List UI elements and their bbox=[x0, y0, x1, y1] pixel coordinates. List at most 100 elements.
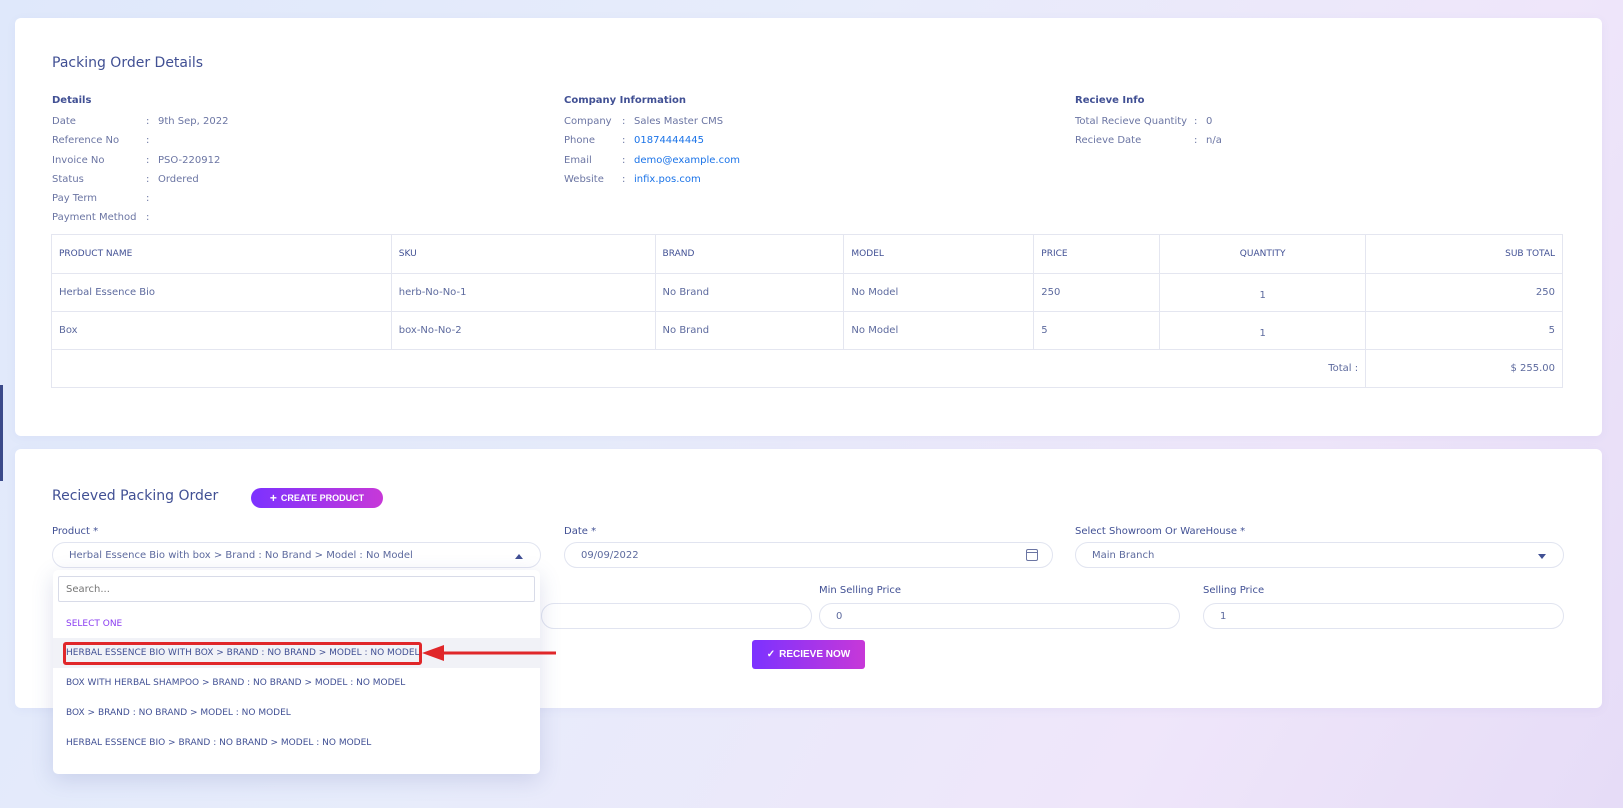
left-edge-accent bbox=[0, 385, 3, 481]
cell-model: No Model bbox=[843, 311, 1035, 350]
receive-row-quantity: Total Recieve Quantity:0 bbox=[1075, 112, 1222, 131]
date-input[interactable]: 09/09/2022 bbox=[564, 542, 1053, 568]
info-value: 0 bbox=[1206, 116, 1213, 127]
cell-price: 250 bbox=[1033, 273, 1161, 312]
selling-price-label: Selling Price bbox=[1203, 585, 1265, 596]
company-row-website: Website: infix.pos.com bbox=[564, 170, 740, 189]
receive-info-heading: Recieve Info bbox=[1075, 95, 1145, 106]
info-value: n/a bbox=[1206, 135, 1222, 147]
company-row-name: Company: Sales Master CMS bbox=[564, 112, 740, 131]
check-icon: ✓ bbox=[766, 649, 776, 660]
details-row-date: Date:9th Sep, 2022 bbox=[52, 112, 228, 131]
cell-quantity: 1 bbox=[1159, 273, 1367, 312]
dropdown-search-input[interactable] bbox=[58, 576, 535, 602]
cell-subtotal: 250 bbox=[1365, 273, 1563, 312]
selling-price-value: 1 bbox=[1220, 610, 1227, 622]
product-select[interactable]: Herbal Essence Bio with box > Brand : No… bbox=[52, 542, 541, 568]
annotation-arrow-icon bbox=[422, 645, 556, 661]
cell-quantity: 1 bbox=[1159, 311, 1367, 350]
info-label: Company bbox=[564, 116, 612, 127]
details-section: Details Date:9th Sep, 2022 Reference No:… bbox=[52, 94, 228, 228]
date-label: Date * bbox=[564, 526, 597, 537]
cell-subtotal: 5 bbox=[1365, 311, 1563, 350]
showroom-select[interactable]: Main Branch bbox=[1075, 542, 1564, 568]
packing-order-details-card: Packing Order Details Details Date:9th S… bbox=[15, 18, 1602, 436]
plus-icon: + bbox=[269, 491, 277, 505]
info-label: Total Recieve Quantity bbox=[1075, 116, 1188, 127]
cell-sku: herb-No-No-1 bbox=[390, 273, 656, 312]
cell-brand: No Brand bbox=[654, 311, 845, 350]
total-value: $ 255.00 bbox=[1365, 349, 1563, 388]
column-header: PRICE bbox=[1033, 234, 1161, 274]
product-dropdown: SELECT ONE HERBAL ESSENCE BIO WITH BOX >… bbox=[53, 570, 540, 774]
chevron-down-icon bbox=[1538, 554, 1546, 559]
company-row-email: Email: demo@example.com bbox=[564, 151, 740, 170]
info-label: Recieve Date bbox=[1075, 135, 1142, 147]
dropdown-option[interactable]: BOX WITH HERBAL SHAMPOO > BRAND : NO BRA… bbox=[53, 668, 540, 698]
cell-product-name: Box bbox=[51, 311, 392, 350]
column-header: MODEL bbox=[843, 234, 1035, 274]
dropdown-option[interactable]: SELECT ONE bbox=[53, 609, 540, 639]
annotation-highlight-box bbox=[63, 642, 422, 665]
info-value: Sales Master CMS bbox=[634, 116, 724, 127]
min-selling-price-label: Min Selling Price bbox=[819, 585, 902, 596]
info-label: Website bbox=[564, 173, 604, 185]
receive-row-date: Recieve Date: n/a bbox=[1075, 131, 1222, 150]
cell-price: 5 bbox=[1033, 311, 1161, 350]
info-label: Date bbox=[52, 116, 76, 127]
info-label: Payment Method bbox=[52, 212, 137, 224]
hidden-field-input[interactable] bbox=[541, 603, 812, 629]
product-select-value: Herbal Essence Bio with box > Brand : No… bbox=[69, 549, 413, 561]
receive-info-section: Recieve Info Total Recieve Quantity:0 Re… bbox=[1075, 94, 1222, 151]
date-input-value: 09/09/2022 bbox=[581, 549, 639, 561]
details-heading: Details bbox=[52, 95, 92, 106]
website-link[interactable]: infix.pos.com bbox=[634, 170, 701, 189]
column-header: PRODUCT NAME bbox=[51, 234, 392, 274]
table-row: Box box-No-No-2 No Brand No Model 5 1 5 bbox=[51, 311, 1563, 350]
create-product-button[interactable]: + CREATE PRODUCT bbox=[251, 488, 383, 508]
received-section-title: Recieved Packing Order bbox=[52, 488, 219, 504]
details-row-pay-term: Pay Term: bbox=[52, 189, 228, 208]
dropdown-option[interactable]: BOX > BRAND : NO BRAND > MODEL : NO MODE… bbox=[53, 698, 540, 728]
info-label: Reference No bbox=[52, 135, 120, 147]
info-value: 9th Sep, 2022 bbox=[158, 116, 229, 127]
column-header: SUB TOTAL bbox=[1365, 234, 1563, 274]
table-total-row: Total : $ 255.00 bbox=[50, 349, 1563, 388]
receive-now-label: RECIEVE NOW bbox=[779, 649, 851, 660]
cell-model: No Model bbox=[843, 273, 1035, 312]
total-label: Total : bbox=[50, 349, 1367, 388]
column-header: SKU bbox=[390, 234, 656, 274]
company-section: Company Information Company: Sales Master… bbox=[564, 94, 740, 189]
company-heading: Company Information bbox=[564, 95, 687, 106]
create-product-label: CREATE PRODUCT bbox=[280, 493, 365, 503]
cell-brand: No Brand bbox=[654, 273, 845, 312]
dropdown-option[interactable]: HERBAL ESSENCE BIO > BRAND : NO BRAND > … bbox=[53, 728, 540, 758]
table-row: Herbal Essence Bio herb-No-No-1 No Brand… bbox=[51, 273, 1563, 312]
order-items-table: PRODUCT NAME SKU BRAND MODEL PRICE QUANT… bbox=[50, 234, 1563, 388]
info-label: Status bbox=[52, 173, 84, 185]
phone-link[interactable]: 01874444445 bbox=[634, 131, 704, 150]
company-row-phone: Phone:01874444445 bbox=[564, 131, 740, 150]
receive-now-button[interactable]: ✓ RECIEVE NOW bbox=[752, 640, 865, 669]
calendar-icon[interactable] bbox=[1026, 549, 1038, 561]
column-header: BRAND bbox=[654, 234, 845, 274]
showroom-select-value: Main Branch bbox=[1092, 549, 1155, 561]
selling-price-input[interactable]: 1 bbox=[1203, 603, 1564, 629]
column-header: QUANTITY bbox=[1159, 234, 1367, 274]
info-label: Invoice No bbox=[52, 154, 105, 166]
cell-product-name: Herbal Essence Bio bbox=[51, 273, 392, 312]
showroom-label: Select Showroom Or WareHouse * bbox=[1075, 526, 1246, 537]
info-value: PSO-220912 bbox=[158, 154, 221, 166]
details-row-status: Status: Ordered bbox=[52, 170, 228, 189]
info-label: Phone bbox=[564, 135, 595, 147]
details-row-invoice: Invoice No: PSO-220912 bbox=[52, 151, 228, 170]
table-header-row: PRODUCT NAME SKU BRAND MODEL PRICE QUANT… bbox=[51, 234, 1563, 274]
min-selling-price-input[interactable]: 0 bbox=[819, 603, 1180, 629]
min-selling-price-value: 0 bbox=[836, 610, 843, 622]
info-label: Email bbox=[564, 154, 592, 166]
page-title: Packing Order Details bbox=[52, 55, 204, 71]
chevron-up-icon bbox=[515, 554, 523, 559]
cell-sku: box-No-No-2 bbox=[390, 311, 656, 350]
email-link[interactable]: demo@example.com bbox=[634, 151, 740, 170]
product-label: Product * bbox=[52, 526, 99, 537]
